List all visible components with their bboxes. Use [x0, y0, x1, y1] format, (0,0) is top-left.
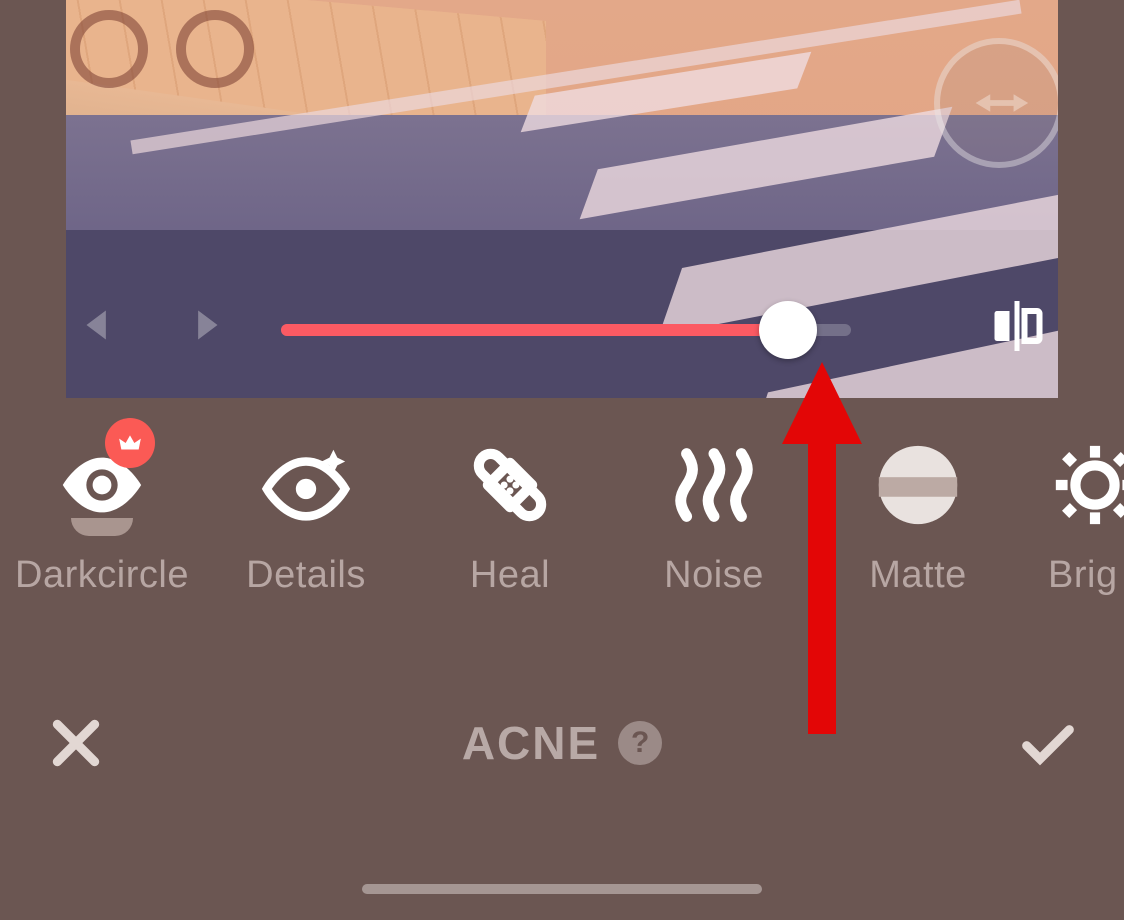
tool-noise[interactable]: Noise: [612, 438, 816, 597]
undo-redo-group: [72, 296, 232, 354]
home-indicator: [362, 884, 762, 894]
eye-sparkle-icon: [259, 438, 353, 532]
tool-label: Brig: [1020, 554, 1124, 597]
photo-editor-root: Darkcircle Details Heal Noise Matte: [0, 0, 1124, 920]
split-compare-button[interactable]: [986, 296, 1048, 356]
cancel-button[interactable]: [44, 711, 108, 775]
tool-label: Noise: [612, 554, 816, 597]
compare-original-button[interactable]: [934, 38, 1058, 168]
undo-button[interactable]: [72, 296, 130, 354]
slider-thumb[interactable]: [759, 301, 817, 359]
bandage-icon: [463, 438, 557, 532]
tool-details[interactable]: Details: [204, 438, 408, 597]
tool-strip[interactable]: Darkcircle Details Heal Noise Matte: [0, 398, 1124, 672]
editor-title: ACNE: [462, 716, 600, 770]
question-icon: ?: [631, 726, 649, 760]
help-button[interactable]: ?: [618, 721, 662, 765]
apply-button[interactable]: [1016, 711, 1080, 775]
tool-label: Heal: [408, 554, 612, 597]
noise-waves-icon: [667, 438, 761, 532]
premium-badge-icon: [105, 418, 155, 468]
tool-label: Darkcircle: [0, 554, 204, 597]
brightness-icon: [1048, 438, 1124, 532]
tool-label: Details: [204, 554, 408, 597]
redo-button[interactable]: [174, 296, 232, 354]
tool-heal[interactable]: Heal: [408, 438, 612, 597]
tool-matte[interactable]: Matte: [816, 438, 1020, 597]
matte-sphere-icon: [871, 438, 965, 532]
editor-title-group: ACNE ?: [462, 716, 662, 770]
tool-darkcircle[interactable]: Darkcircle: [0, 438, 204, 597]
eye-darkcircle-icon: [55, 438, 149, 532]
intensity-slider[interactable]: [281, 324, 851, 336]
tool-label: Matte: [816, 554, 1020, 597]
tool-brightness[interactable]: Brig: [1020, 438, 1124, 597]
bottom-bar: ACNE ?: [0, 672, 1124, 814]
